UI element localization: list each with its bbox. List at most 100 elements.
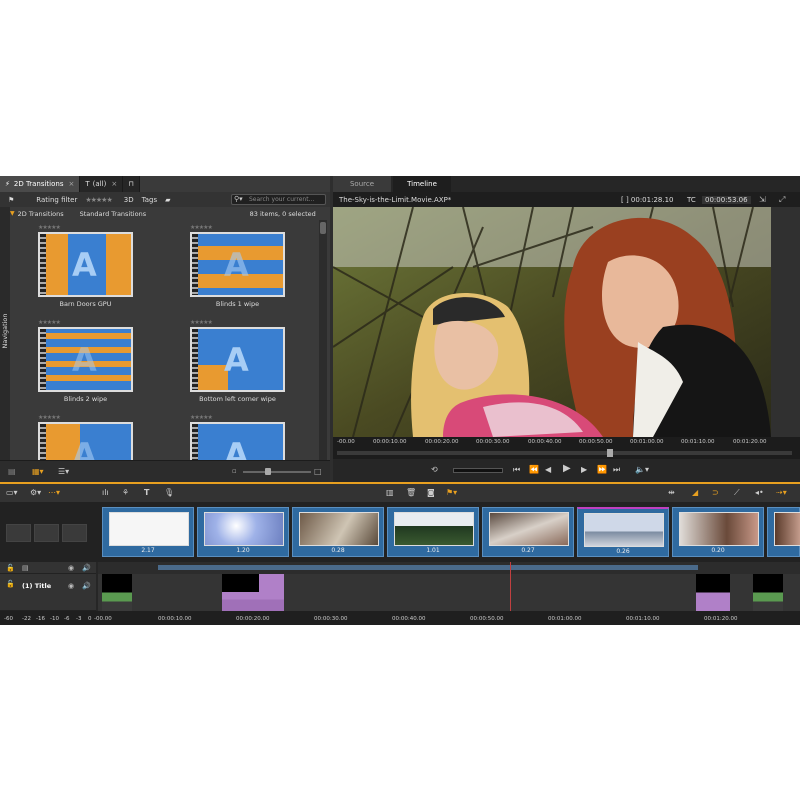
snapshot-icon[interactable]: ◙ <box>427 488 435 497</box>
tab-source[interactable]: Source <box>333 176 391 192</box>
tab-all[interactable]: T (all) × <box>80 176 124 192</box>
dynamic-length-icon[interactable]: ◢ <box>692 488 698 497</box>
scrubber-handle[interactable] <box>607 449 613 457</box>
tags-label[interactable]: Tags <box>142 196 158 204</box>
thumbnail-size-slider[interactable] <box>243 468 311 475</box>
speaker-icon[interactable]: 🔊 <box>82 582 91 590</box>
library-scrollbar[interactable] <box>319 220 327 460</box>
3d-filter-label[interactable]: 3D <box>124 196 134 204</box>
volume-icon[interactable]: 🔈▾ <box>635 465 649 474</box>
search-input[interactable]: ⚲▾ Search your current... <box>231 194 326 205</box>
storyboard-clip[interactable]: 1.20 <box>197 507 289 557</box>
stack-icon[interactable]: ▤ <box>8 467 16 476</box>
step-back-icon[interactable]: ⏪ <box>529 465 539 474</box>
timeline-scroll-bar[interactable] <box>158 565 698 570</box>
transition-item-blinds-2[interactable]: ★★★★★ A Blinds 2 wipe <box>12 315 133 410</box>
transition-thumbnail[interactable]: A <box>38 232 133 297</box>
timeline-clip[interactable] <box>222 592 284 611</box>
scrub-bar[interactable] <box>337 451 792 455</box>
item-rating[interactable]: ★★★★★ <box>190 224 213 231</box>
storyboard-clip[interactable]: 0.26 <box>577 507 669 557</box>
audio-mixer-icon[interactable]: ılı <box>102 488 109 497</box>
tag-icon[interactable]: ▰ <box>165 196 170 204</box>
library-section-header[interactable]: ▼ 2D Transitions Standard Transitions 83… <box>10 208 316 219</box>
transition-thumbnail[interactable]: A <box>190 422 285 460</box>
item-rating[interactable]: ★★★★★ <box>38 224 61 231</box>
transition-thumbnail[interactable]: A <box>190 232 285 297</box>
collapse-triangle-icon[interactable]: ▼ <box>10 210 15 217</box>
large-square-icon[interactable]: □ <box>314 467 322 476</box>
razor-icon[interactable]: ▥ <box>386 488 394 497</box>
lock-icon[interactable]: 🔓 <box>6 580 15 588</box>
trash-icon[interactable]: 🗑 <box>406 488 416 497</box>
transition-thumbnail[interactable]: A <box>38 422 133 460</box>
storyboard-toggle-icon[interactable]: ▭▾ <box>6 488 18 497</box>
visibility-eye-icon[interactable]: ◉ <box>68 564 74 572</box>
item-rating[interactable]: ★★★★★ <box>38 319 61 326</box>
timeline-ruler[interactable]: -60 -22 -16 -10 -6 -3 0 -00.00 00:00:10.… <box>0 611 800 625</box>
lock-icon[interactable]: 🔓 <box>6 564 15 572</box>
item-rating[interactable]: ★★★★★ <box>190 319 213 326</box>
timeline-clip[interactable] <box>102 574 132 611</box>
go-to-start-icon[interactable]: ⏮ <box>513 465 520 475</box>
tab-2d-transitions[interactable]: ⚡ 2D Transitions × <box>0 176 81 192</box>
frame-forward-icon[interactable]: ▶ <box>581 465 587 474</box>
step-forward-icon[interactable]: ⏩ <box>597 465 607 474</box>
item-rating[interactable]: ★★★★★ <box>38 414 61 421</box>
marker-icon[interactable]: ⚑▾ <box>446 488 457 497</box>
title-tool-icon[interactable]: T <box>144 488 149 497</box>
shuttle-control[interactable] <box>453 468 503 473</box>
storyboard-clip[interactable]: 0.20 <box>672 507 764 557</box>
timeline-clip[interactable] <box>753 574 783 611</box>
play-icon[interactable]: ▶ <box>563 463 571 474</box>
timeline-scroll-region[interactable] <box>98 562 800 574</box>
small-square-icon[interactable]: ▫ <box>232 467 237 475</box>
transition-item-blinds-1[interactable]: ★★★★★ A Blinds 1 wipe <box>164 220 285 315</box>
audio-scrub-icon[interactable]: ◂• <box>755 488 764 497</box>
trim-icon[interactable]: ⇹ <box>668 488 675 497</box>
storyboard-clip[interactable]: 1.01 <box>387 507 479 557</box>
navigation-strip[interactable]: Navigation <box>0 207 10 482</box>
bookmark-icon[interactable]: ⚑ <box>8 196 14 204</box>
title-track[interactable] <box>98 574 800 611</box>
list-view-icon[interactable]: ☰▾ <box>58 467 69 476</box>
storyboard-clip[interactable]: 0.27 <box>482 507 574 557</box>
transition-item-barn-doors[interactable]: ★★★★★ A Barn Doors GPU <box>12 220 133 315</box>
track-dots-icon[interactable]: ⋯▾ <box>48 488 60 497</box>
insert-mode-icon[interactable]: ⇢▾ <box>776 488 787 497</box>
player-ruler[interactable]: -00.00 00:00:10.00 00:00:20.00 00:00:30.… <box>333 437 800 459</box>
speaker-icon[interactable]: 🔊 <box>82 564 91 572</box>
settings-icon[interactable]: ⚙▾ <box>30 488 41 497</box>
slider-knob[interactable] <box>265 468 271 475</box>
track-name[interactable]: (1) Title <box>22 582 51 590</box>
grid-view-icon[interactable]: ▦▾ <box>32 467 44 476</box>
timecode-field[interactable]: 00:00:53.06 <box>702 195 751 204</box>
go-to-end-icon[interactable]: ⏭ <box>613 465 620 475</box>
loop-icon[interactable]: ⟲ <box>431 465 438 474</box>
frame-back-icon[interactable]: ◀ <box>545 465 551 474</box>
storyboard-clip[interactable]: 0.28 <box>292 507 384 557</box>
fullscreen-icon[interactable]: ⤢ <box>779 195 785 205</box>
new-tab-button[interactable]: ⊓ <box>123 176 140 192</box>
storyboard-clip[interactable] <box>767 507 800 557</box>
rating-filter-stars[interactable]: ★★★★★ <box>85 196 112 204</box>
visibility-eye-icon[interactable]: ◉ <box>68 582 74 590</box>
scroll-thumb[interactable] <box>320 222 326 234</box>
effects-icon[interactable]: ⚘ <box>122 488 129 497</box>
transition-item[interactable]: ★★★★★ A <box>164 410 285 460</box>
video-frame[interactable] <box>333 207 771 437</box>
transition-thumbnail[interactable]: A <box>38 327 133 392</box>
microphone-icon[interactable]: 🎙 <box>164 488 174 497</box>
close-icon[interactable]: × <box>69 180 75 188</box>
ripple-icon[interactable]: ⟋ <box>734 488 740 498</box>
monitor-icon[interactable]: ▤ <box>22 564 29 572</box>
close-icon[interactable]: × <box>111 180 117 188</box>
tab-timeline[interactable]: Timeline <box>393 176 451 192</box>
export-frame-icon[interactable]: ⇲ <box>759 195 766 204</box>
timeline-clip[interactable] <box>696 574 730 611</box>
transition-item[interactable]: ★★★★★ A <box>12 410 133 460</box>
transition-thumbnail[interactable]: A <box>190 327 285 392</box>
transition-item-bottom-left-corner[interactable]: ★★★★★ A Bottom left corner wipe <box>164 315 285 410</box>
magnet-icon[interactable]: ⊃ <box>712 488 719 497</box>
item-rating[interactable]: ★★★★★ <box>190 414 213 421</box>
